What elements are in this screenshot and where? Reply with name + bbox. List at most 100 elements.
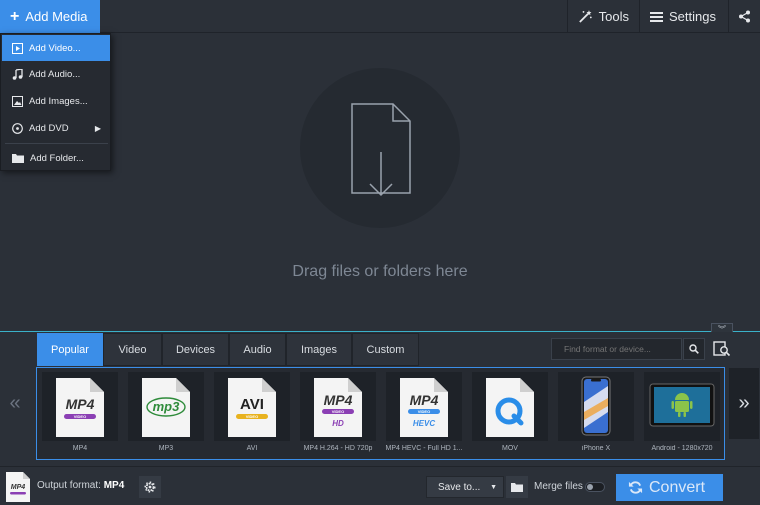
hamburger-icon <box>650 11 663 22</box>
drop-zone[interactable]: Drag files or folders here <box>0 34 760 331</box>
format-tile-mp4-hevc[interactable]: MP4 VIDEO HEVC MP4 HEVC - Full HD 1... <box>385 372 463 459</box>
menu-item-label: Add DVD <box>29 122 69 134</box>
android-icon <box>649 383 715 427</box>
merge-files-label: Merge files <box>534 481 583 492</box>
format-search-input[interactable] <box>551 338 682 360</box>
format-tile-bg: MP4 VIDEO HD <box>300 372 376 441</box>
format-label: AVI <box>246 445 258 452</box>
output-icon-text: MP4 <box>11 484 26 491</box>
top-toolbar: + Add Media Tools Settings <box>0 0 760 33</box>
format-tile-android[interactable]: Android - 1280x720 <box>644 372 720 459</box>
drop-hint-text: Drag files or folders here <box>292 263 468 280</box>
chevron-left-icon: « <box>9 392 21 414</box>
format-label: MP3 <box>158 445 174 452</box>
video-file-icon <box>12 42 23 54</box>
file-download-icon <box>351 103 411 197</box>
output-settings-button[interactable] <box>139 476 161 498</box>
menu-item-add-dvd[interactable]: Add DVD ▶ <box>2 115 110 141</box>
tab-popular[interactable]: Popular <box>37 333 103 366</box>
menu-item-label: Add Images... <box>29 95 88 107</box>
format-band-text: VIDEO <box>74 414 86 419</box>
settings-label: Settings <box>669 9 716 24</box>
open-folder-button[interactable] <box>506 476 528 498</box>
device-search-icon <box>713 341 731 357</box>
menu-item-add-images[interactable]: Add Images... <box>2 88 110 114</box>
tab-images[interactable]: Images <box>286 333 352 366</box>
format-label: Android - 1280x720 <box>651 445 713 452</box>
format-panel: Popular Video Devices Audio Images Custo… <box>0 332 760 466</box>
format-tile-bg <box>472 372 548 441</box>
format-logo-text: mp3 <box>153 399 181 414</box>
convert-refresh-icon <box>628 481 643 494</box>
mp4-file-icon: MP4 VIDEO <box>56 378 104 437</box>
output-format-text: Output format: MP4 <box>37 480 124 491</box>
format-sub-text: HEVC <box>413 419 435 428</box>
format-label: MOV <box>502 445 518 452</box>
share-icon <box>739 10 750 23</box>
share-button[interactable] <box>728 0 760 33</box>
convert-label: Convert <box>649 478 706 496</box>
format-band-text: VIDEO <box>332 409 344 414</box>
footer-bar: MP4 Output format: MP4 Save to... ▼ Merg… <box>0 466 760 505</box>
scroll-right-button[interactable]: » <box>729 368 759 439</box>
format-tile-bg <box>644 372 720 441</box>
caret-down-icon: ▼ <box>490 483 497 491</box>
settings-button[interactable]: Settings <box>639 0 728 33</box>
disc-icon <box>12 122 23 134</box>
quicktime-file-icon <box>486 378 534 437</box>
format-band-text: VIDEO <box>418 409 430 414</box>
avi-file-icon: AVI VIDEO <box>228 378 276 437</box>
merge-files-toggle[interactable] <box>585 482 605 492</box>
tab-video[interactable]: Video <box>103 333 162 366</box>
tools-button[interactable]: Tools <box>567 0 639 33</box>
image-icon <box>12 95 23 107</box>
format-tile-bg: AVI VIDEO <box>214 372 290 441</box>
menu-item-label: Add Folder... <box>30 152 84 164</box>
add-media-label: Add Media <box>25 9 88 24</box>
search-button[interactable] <box>683 338 705 360</box>
gear-icon <box>144 481 156 493</box>
format-grid: MP4 VIDEO MP4 mp3 MP3 AVI VIDEO AVI MP4 … <box>36 367 725 460</box>
drop-circle <box>300 68 460 228</box>
detect-device-button[interactable] <box>710 337 734 361</box>
format-tile-bg: MP4 VIDEO HEVC <box>386 372 462 441</box>
format-logo-text: MP4 <box>324 392 353 408</box>
tab-audio[interactable]: Audio <box>229 333 286 366</box>
menu-item-label: Add Audio... <box>29 68 81 80</box>
format-tile-mp4-hd-720p[interactable]: MP4 VIDEO HD MP4 H.264 - HD 720p <box>300 372 376 459</box>
add-media-menu: Add Video... Add Audio... Add Images... … <box>0 33 111 171</box>
format-tile-iphone-x[interactable]: iPhone X <box>558 372 634 459</box>
format-label: MP4 H.264 - HD 720p <box>303 445 373 452</box>
format-tile-mp3[interactable]: mp3 MP3 <box>128 372 204 459</box>
search-icon <box>689 344 699 354</box>
convert-button[interactable]: Convert <box>616 474 723 501</box>
save-to-label: Save to... <box>438 481 481 493</box>
mp3-file-icon: mp3 <box>142 378 190 437</box>
format-tile-mov[interactable]: MOV <box>472 372 548 459</box>
format-band-text: VIDEO <box>246 414 258 419</box>
menu-separator <box>5 143 108 144</box>
menu-item-label: Add Video... <box>29 42 81 54</box>
format-label: MP4 <box>72 445 88 452</box>
menu-item-add-audio[interactable]: Add Audio... <box>2 61 110 87</box>
format-tile-avi[interactable]: AVI VIDEO AVI <box>214 372 290 459</box>
format-tile-bg <box>558 372 634 441</box>
menu-item-add-folder[interactable]: Add Folder... <box>2 145 110 171</box>
folder-icon <box>511 483 523 492</box>
add-media-button[interactable]: + Add Media <box>0 0 100 33</box>
format-logo-text: MP4 <box>410 392 439 408</box>
save-to-dropdown[interactable]: Save to... ▼ <box>426 476 504 498</box>
format-tile-mp4[interactable]: MP4 VIDEO MP4 <box>42 372 118 459</box>
scroll-left-button[interactable]: « <box>0 368 30 439</box>
tools-label: Tools <box>598 9 629 24</box>
menu-item-add-video[interactable]: Add Video... <box>2 35 110 61</box>
format-logo-text: MP4 <box>66 396 95 412</box>
iphone-icon <box>581 376 611 436</box>
output-format-icon[interactable]: MP4 <box>6 472 30 502</box>
plus-icon: + <box>10 7 20 25</box>
tab-devices[interactable]: Devices <box>162 333 229 366</box>
mp4-hd-file-icon: MP4 VIDEO HD <box>314 378 362 437</box>
output-format-value: MP4 <box>103 480 125 491</box>
tab-custom[interactable]: Custom <box>352 333 419 366</box>
submenu-arrow-icon: ▶ <box>94 123 101 133</box>
